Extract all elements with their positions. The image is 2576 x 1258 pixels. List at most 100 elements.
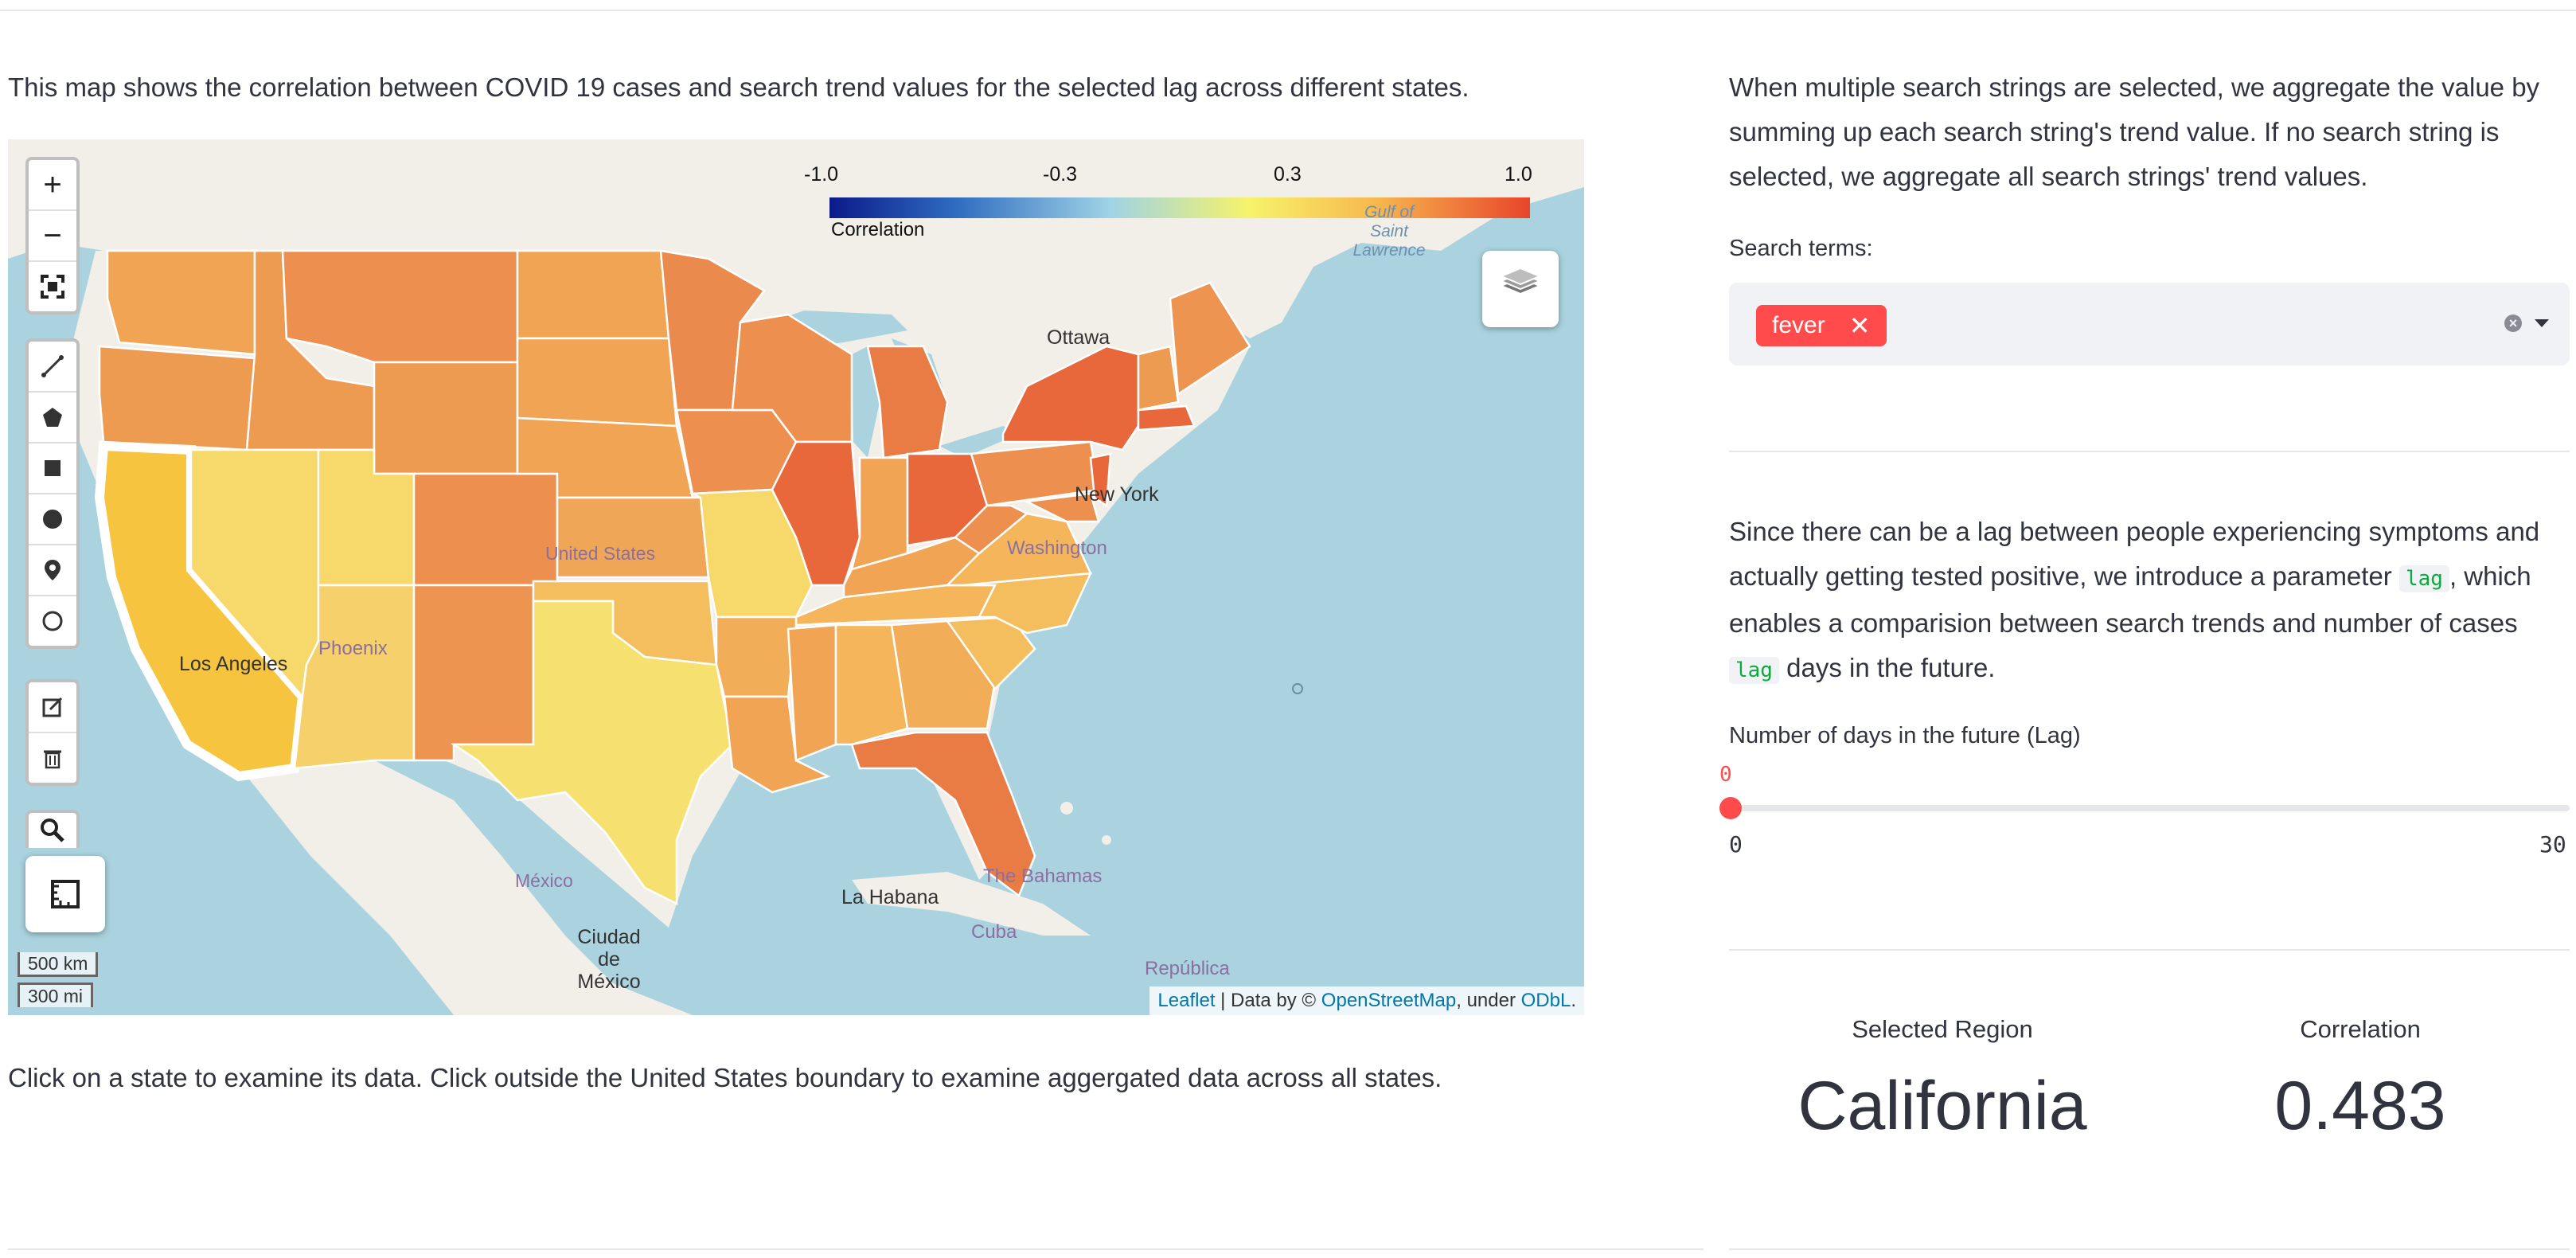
state-oregon[interactable] (98, 345, 256, 451)
attribution-end: . (1571, 990, 1576, 1011)
state-montana[interactable] (281, 249, 519, 364)
map-label-gulf-st-lawrence: Gulf of Saint Lawrence (1352, 203, 1426, 260)
legend-title: Correlation (831, 219, 925, 240)
state-mississippi[interactable] (786, 623, 837, 762)
search-button[interactable] (29, 813, 76, 848)
draw-rectangle-button[interactable] (29, 443, 76, 494)
map-label-ottawa: Ottawa (1047, 326, 1110, 349)
lag-slider-track[interactable] (1729, 805, 2570, 811)
legend-tick-2: -0.3 (1043, 163, 1078, 186)
zoom-control: + − (25, 157, 80, 314)
map-label-united-states: United States (545, 543, 656, 564)
polyline-icon (41, 355, 64, 377)
osm-link[interactable]: OpenStreetMap (1321, 990, 1456, 1011)
legend-tick-3: 0.3 (1274, 163, 1302, 186)
map-label-the-bahamas: The Bahamas (983, 865, 1103, 887)
state-colorado[interactable] (412, 472, 559, 587)
attribution-under: , under (1456, 990, 1521, 1011)
state-vermont-nh[interactable] (1137, 345, 1180, 412)
legend-tick-1: -1.0 (804, 163, 839, 186)
map-label-republica: República (1145, 958, 1230, 979)
map-label-ciudad-de-mexico: Ciudad de México (577, 926, 641, 993)
map-footer-text: Click on a state to examine its data. Cl… (8, 1063, 1442, 1092)
attribution-data-by: | Data by © (1215, 990, 1321, 1011)
draw-toolbar (25, 338, 80, 649)
state-indiana[interactable] (850, 456, 909, 571)
circle-marker-icon (42, 611, 63, 631)
edit-layers-button[interactable] (29, 682, 76, 733)
zoom-in-button[interactable]: + (29, 160, 76, 211)
map-attribution: Leaflet | Data by © OpenStreetMap, under… (1149, 986, 1584, 1015)
fullscreen-icon (41, 275, 64, 299)
polygon-icon (43, 408, 62, 427)
search-control[interactable] (25, 810, 80, 848)
scale-km: 500 km (18, 952, 99, 977)
draw-circlemarker-button[interactable] (29, 596, 76, 646)
odbl-link[interactable]: ODbL (1521, 990, 1571, 1011)
fullscreen-button[interactable] (29, 262, 76, 311)
measure-control[interactable] (25, 856, 105, 932)
lag-slider-value: 0 (1719, 763, 1732, 787)
state-south-dakota[interactable] (516, 337, 678, 428)
edit-icon (42, 697, 63, 717)
state-wyoming[interactable] (373, 361, 519, 475)
lag-code-1: lag (2398, 565, 2449, 592)
marker-icon (45, 560, 60, 580)
delete-layers-button[interactable] (29, 733, 76, 783)
layers-icon (1499, 267, 1542, 295)
rectangle-icon (45, 460, 60, 476)
lag-explanation: Since there can be a lag between people … (1729, 510, 2570, 693)
selected-region-value: California (1797, 1068, 2087, 1144)
clear-all-icon[interactable]: × (2504, 314, 2522, 332)
draw-circle-button[interactable] (29, 494, 76, 545)
lag-slider-label: Number of days in the future (Lag) (1729, 723, 2081, 748)
search-icon (41, 818, 64, 842)
lag-slider-thumb[interactable] (1719, 797, 1742, 819)
right-divider-1 (1729, 451, 2570, 452)
map-label-mexico: México (515, 870, 573, 891)
state-massachusetts[interactable] (1137, 404, 1196, 432)
edit-toolbar (25, 679, 80, 786)
map-label-la-habana: La Habana (841, 886, 939, 908)
lag-code-2: lag (1729, 657, 1779, 684)
map-label-new-york: New York (1075, 483, 1159, 506)
map-base (8, 139, 1584, 1015)
zoom-out-button[interactable]: − (29, 211, 76, 262)
state-kansas[interactable] (556, 496, 710, 579)
draw-polyline-button[interactable] (29, 342, 76, 393)
lag-slider-min: 0 (1729, 831, 1743, 858)
remove-tag-icon[interactable]: ✕ (1849, 311, 1871, 341)
lag-text-part3: days in the future. (1778, 653, 1996, 682)
circle-icon (43, 510, 62, 529)
search-term-tag-label: fever (1772, 312, 1825, 338)
map-label-washington: Washington (1007, 537, 1107, 559)
map-label-cuba: Cuba (971, 921, 1017, 943)
trash-icon (44, 750, 61, 769)
right-divider-2 (1729, 949, 2570, 951)
search-term-tag[interactable]: fever ✕ (1756, 305, 1887, 346)
layers-control[interactable] (1482, 251, 1559, 327)
scale-mi: 300 mi (18, 983, 94, 1007)
bottom-divider-left (8, 1248, 1704, 1250)
draw-marker-button[interactable] (29, 545, 76, 596)
search-terms-multiselect[interactable]: fever ✕ × (1729, 283, 2570, 365)
state-washington[interactable] (106, 249, 256, 356)
draw-polygon-button[interactable] (29, 393, 76, 443)
top-divider-left (0, 10, 2576, 11)
selected-region-label: Selected Region (1852, 1015, 2033, 1043)
correlation-legend: -1.0 -0.3 0.3 1.0 Correlation (804, 154, 1536, 240)
state-new-mexico[interactable] (412, 584, 535, 762)
state-arkansas[interactable] (715, 615, 798, 698)
chevron-down-icon[interactable] (2535, 319, 2549, 327)
choropleth-map[interactable]: -1.0 -0.3 0.3 1.0 Correlation + − Ottawa… (8, 139, 1584, 1015)
legend-tick-4: 1.0 (1505, 163, 1532, 186)
state-north-dakota[interactable] (516, 249, 670, 340)
map-label-phoenix: Phoenix (318, 638, 388, 659)
leaflet-link[interactable]: Leaflet (1157, 990, 1215, 1011)
map-label-los-angeles: Los Angeles (179, 653, 288, 675)
map-description: This map shows the correlation between C… (8, 72, 1469, 102)
bottom-divider-right (1729, 1248, 2570, 1250)
correlation-label: Correlation (2300, 1015, 2421, 1043)
aggregation-text: When multiple search strings are selecte… (1729, 72, 2540, 191)
lag-slider-max: 30 (2539, 831, 2566, 858)
